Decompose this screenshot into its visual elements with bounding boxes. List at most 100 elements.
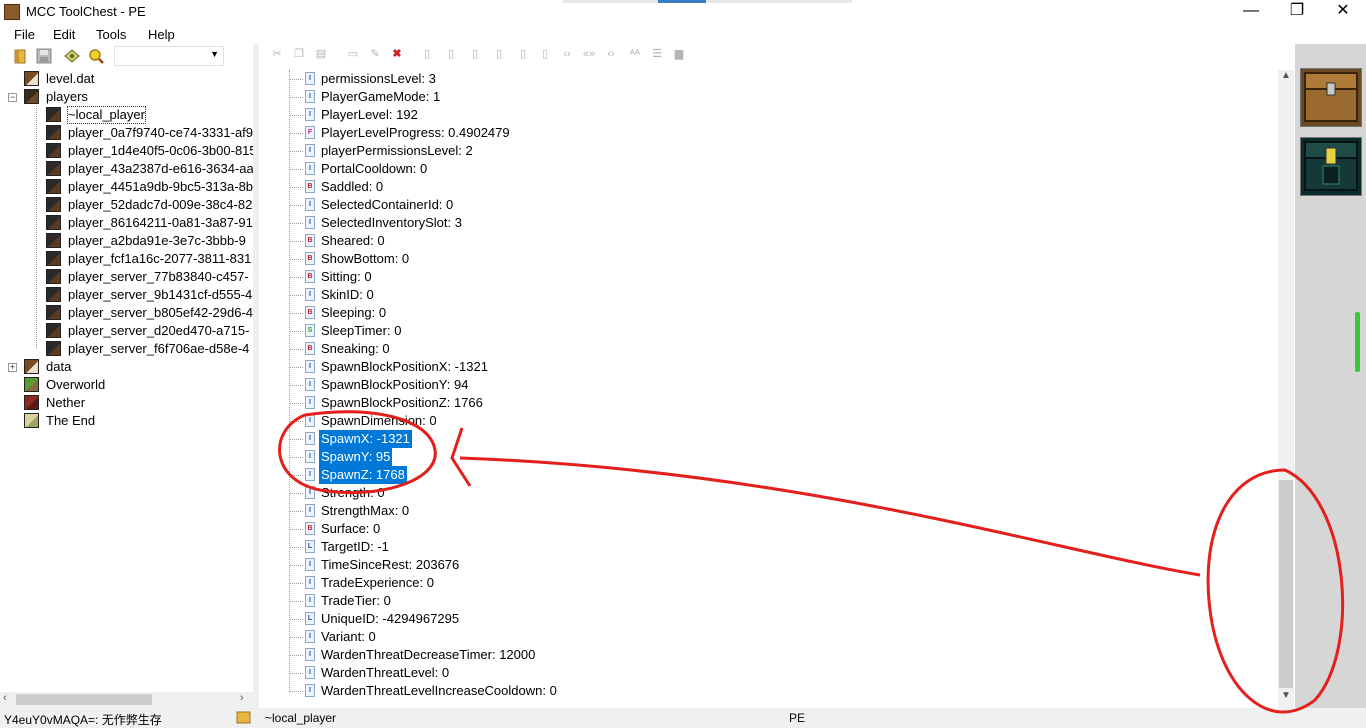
expand-icon[interactable]: + [8,363,17,372]
nbt-tag-row[interactable]: I SpawnBlockPositionZ: 1766 [289,394,1249,412]
scrollbar-thumb[interactable] [1279,480,1293,688]
tree-connector [289,151,303,152]
tree-node[interactable]: The End [0,412,253,430]
copy-icon[interactable]: ❐ [292,48,306,61]
tree-node-label: player_server_77b83840-c457- [68,269,249,284]
nbt-tag-row[interactable]: I SpawnY: 95 [289,448,1249,466]
menu-tools[interactable]: Tools [96,27,126,42]
nbt-tag-row[interactable]: I WardenThreatDecreaseTimer: 12000 [289,646,1249,664]
world-tree[interactable]: level.dat − players ~local_player player_0a7… [0,70,253,690]
add-byte-array-icon[interactable]: ‹› [560,48,574,61]
nbt-tag-label: Sheared: 0 [321,233,385,248]
menu-help[interactable]: Help [148,27,175,42]
chest-icon[interactable] [1300,68,1362,127]
world-select-dropdown[interactable]: ▼ [114,46,224,66]
close-button[interactable]: ✕ [1320,0,1366,24]
edit-value-icon[interactable]: ✎ [368,48,382,61]
tree-node[interactable]: Nether [0,394,253,412]
player-icon [46,287,61,302]
nbt-tag-row[interactable]: I SpawnZ: 1768 [289,466,1249,484]
scrollbar-thumb[interactable] [16,694,152,705]
menu-bar: File Edit Tools Help [0,24,1366,44]
cut-icon[interactable]: ✂ [270,48,284,61]
add-string-icon[interactable]: ᴬᴬ [628,48,642,61]
nbt-tag-row[interactable]: I SpawnBlockPositionX: -1321 [289,358,1249,376]
nbt-tag-row[interactable]: I SpawnDimension: 0 [289,412,1249,430]
search-icon[interactable] [88,48,104,64]
tree-node[interactable]: level.dat [0,70,253,88]
nbt-tag-row[interactable]: B ShowBottom: 0 [289,250,1249,268]
tag-type-icon: B [305,306,315,319]
nbt-tag-row[interactable]: I TradeExperience: 0 [289,574,1249,592]
add-double-icon[interactable]: ▯ [538,48,552,61]
minimize-button[interactable]: — [1228,0,1274,24]
nbt-tag-row[interactable]: I TradeTier: 0 [289,592,1249,610]
map-icon[interactable] [64,48,80,64]
tag-type-icon: I [305,450,315,463]
add-compound-icon[interactable]: ▆ [672,48,686,61]
scroll-left-icon[interactable]: ‹ [3,692,7,704]
nbt-tag-row[interactable]: I SkinID: 0 [289,286,1249,304]
maximize-button[interactable]: ❐ [1274,0,1320,24]
nbt-tag-row[interactable]: IplayerPermissionsLevel: 2 [289,142,1249,160]
nbt-tag-row[interactable]: B Surface: 0 [289,520,1249,538]
nbt-tree[interactable]: IpermissionsLevel: 3 I PlayerGameMode: 1IP… [259,70,1278,708]
nbt-tag-row[interactable]: I Variant: 0 [289,628,1249,646]
nbt-tag-row[interactable]: L TargetID: -1 [289,538,1249,556]
nbt-tag-row[interactable]: I PortalCooldown: 0 [289,160,1249,178]
horizontal-scrollbar[interactable]: ‹ › [0,692,253,708]
save-icon[interactable] [36,48,52,64]
nbt-tag-row[interactable]: L UniqueID: -4294967295 [289,610,1249,628]
nbt-tag-row[interactable]: I PlayerLevel: 192 [289,106,1249,124]
nbt-tag-row[interactable]: I WardenThreatLevelIncreaseCooldown: 0 [289,682,1249,700]
add-list-icon[interactable]: ☰ [650,48,664,61]
open-folder-icon[interactable] [12,48,28,64]
rename-icon[interactable]: ▭ [346,48,360,61]
tree-node[interactable]: Overworld [0,376,253,394]
tree-node[interactable]: − players [0,88,253,106]
nbt-tag-row[interactable]: B Sleeping: 0 [289,304,1249,322]
tree-node-label: player_1d4e40f5-0c06-3b00-815 [68,143,253,158]
nbt-tag-row[interactable]: B Saddled: 0 [289,178,1249,196]
nbt-tag-row[interactable]: I Strength: 0 [289,484,1249,502]
tree-connector [289,187,303,188]
nbt-tag-row[interactable]: B Sneaking: 0 [289,340,1249,358]
paste-icon[interactable]: ▤ [314,48,328,61]
scroll-up-icon[interactable]: ▲ [1281,70,1291,81]
add-float-icon[interactable]: ▯ [516,48,530,61]
nbt-tag-label: SpawnBlockPositionX: -1321 [321,359,488,374]
nbt-tag-row[interactable]: I SpawnX: -1321 [289,430,1249,448]
tree-node[interactable]: + data [0,358,253,376]
nbt-tag-row[interactable]: I SpawnBlockPositionY: 94 [289,376,1249,394]
scroll-right-icon[interactable]: › [240,692,244,704]
nbt-tag-row[interactable]: I TimeSinceRest: 203676 [289,556,1249,574]
nbt-tag-row[interactable]: S SleepTimer: 0 [289,322,1249,340]
add-long-array-icon[interactable]: ‹› [604,48,618,61]
folder-icon [236,710,251,724]
nbt-tag-row[interactable]: F PlayerLevelProgress: 0.4902479 [289,124,1249,142]
player-icon [46,125,61,140]
nbt-tag-row[interactable]: I SelectedContainerId: 0 [289,196,1249,214]
add-int-icon[interactable]: ▯ [468,48,482,61]
ender-chest-icon[interactable] [1300,137,1362,196]
nbt-tag-row[interactable]: I PlayerGameMode: 1 [289,88,1249,106]
menu-edit[interactable]: Edit [53,27,75,42]
add-byte-icon[interactable]: ▯ [420,48,434,61]
vertical-scrollbar[interactable]: ▲ ▼ [1278,70,1294,708]
nbt-tag-row[interactable]: B Sheared: 0 [289,232,1249,250]
nbt-tag-row[interactable]: B Sitting: 0 [289,268,1249,286]
tree-connector [289,511,303,512]
add-long-icon[interactable]: ▯ [492,48,506,61]
nbt-tag-row[interactable]: I WardenThreatLevel: 0 [289,664,1249,682]
delete-icon[interactable]: ✖ [390,48,404,61]
menu-file[interactable]: File [14,27,35,42]
nbt-tag-row[interactable]: IpermissionsLevel: 3 [289,70,1249,88]
nbt-tag-row[interactable]: I StrengthMax: 0 [289,502,1249,520]
status-world-name: Y4euY0vMAQA=: 无作弊生存 [4,713,162,727]
add-int-array-icon[interactable]: «» [582,48,596,61]
scroll-down-icon[interactable]: ▼ [1281,690,1291,701]
collapse-icon[interactable]: − [8,93,17,102]
nbt-tag-row[interactable]: I SelectedInventorySlot: 3 [289,214,1249,232]
editor-toolbar: ✂ ❐ ▤ ▭ ✎ ✖ ▯ ▯ ▯ ▯ ▯ ▯ ‹› «» ‹› ᴬᴬ ☰ ▆ [262,44,1292,68]
add-short-icon[interactable]: ▯ [444,48,458,61]
